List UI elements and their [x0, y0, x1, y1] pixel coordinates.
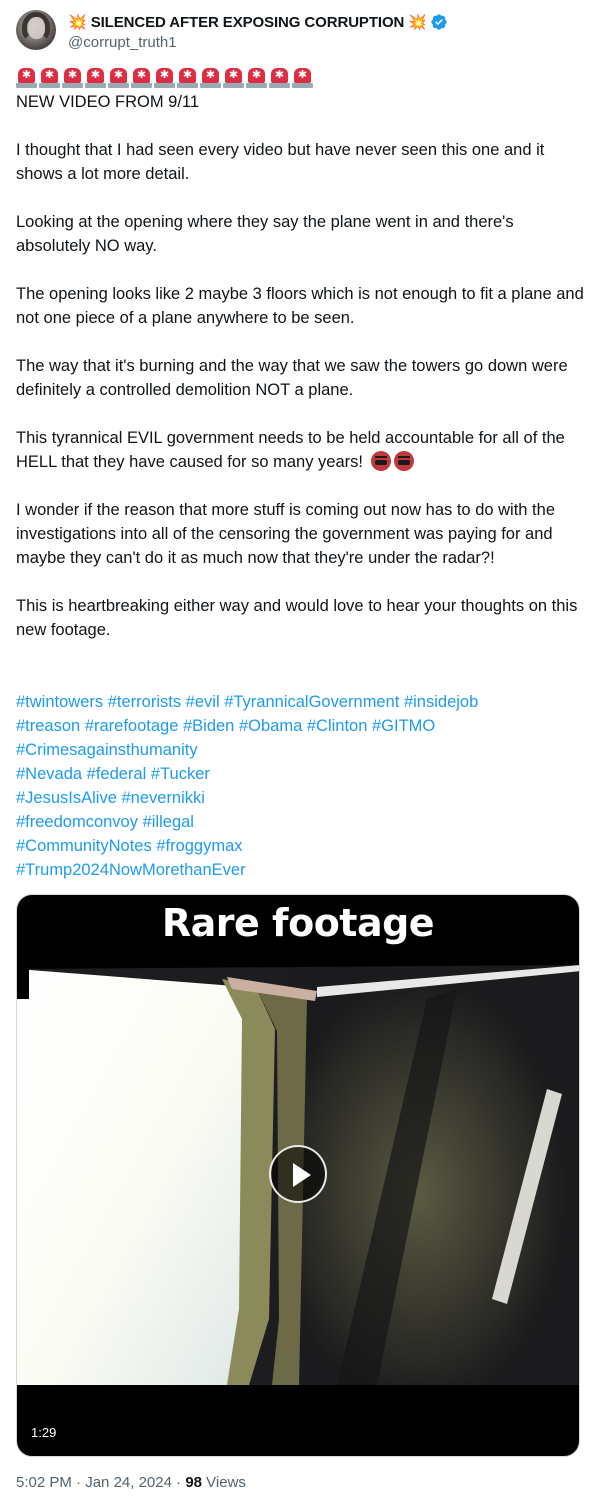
hashtag-link[interactable]: #froggymax: [156, 837, 242, 855]
post-paragraph-angry: This tyrannical EVIL government needs to…: [16, 426, 591, 474]
post-date[interactable]: Jan 24, 2024: [85, 1474, 172, 1491]
post-paragraph: I wonder if the reason that more stuff i…: [16, 501, 555, 567]
hashtag-line: #treason #rarefootage #Biden #Obama #Cli…: [16, 714, 591, 738]
hashtag-line: #freedomconvoy #illegal: [16, 810, 591, 834]
hashtag-link[interactable]: #Obama: [239, 717, 302, 735]
post-time[interactable]: 5:02 PM: [16, 1474, 72, 1491]
verified-badge-icon[interactable]: [430, 13, 448, 31]
hashtag-line: #CommunityNotes #froggymax: [16, 834, 591, 858]
siren-emoji-icon: ✱: [292, 68, 313, 88]
siren-emoji-icon: ✱: [269, 68, 290, 88]
hashtag-link[interactable]: #Biden: [183, 717, 234, 735]
siren-emoji-icon: ✱: [200, 68, 221, 88]
cursing-face-emoji-icon: [370, 451, 391, 471]
hashtag-link[interactable]: #evil: [186, 693, 220, 711]
hashtag-link[interactable]: #federal: [87, 765, 147, 783]
post-paragraph: The opening looks like 2 maybe 3 floors …: [16, 285, 584, 327]
post-header: 💥 SILENCED AFTER EXPOSING CORRUPTION 💥 @…: [16, 10, 596, 54]
author-name-row[interactable]: 💥 SILENCED AFTER EXPOSING CORRUPTION 💥: [68, 12, 448, 32]
hashtag-link[interactable]: #Trump2024NowMorethanEver: [16, 861, 246, 879]
post-paragraph: Looking at the opening where they say th…: [16, 213, 514, 255]
meta-separator: ·: [76, 1474, 82, 1491]
hashtag-line: #Crimesagainsthumanity: [16, 738, 591, 762]
siren-emoji-icon: ✱: [131, 68, 152, 88]
hashtag-link[interactable]: #CommunityNotes: [16, 837, 152, 855]
hashtag-line: #Trump2024NowMorethanEver: [16, 858, 591, 882]
post-paragraph: The way that it's burning and the way th…: [16, 357, 568, 399]
cursing-face-emoji-icon: [393, 451, 414, 471]
hashtag-link[interactable]: #rarefootage: [85, 717, 179, 735]
siren-emoji-icon: ✱: [223, 68, 244, 88]
hashtag-link[interactable]: #nevernikki: [121, 789, 204, 807]
siren-emoji-icon: ✱: [108, 68, 129, 88]
collision-emoji-icon: 💥: [408, 13, 427, 31]
post-paragraph-text: This tyrannical EVIL government needs to…: [16, 429, 565, 471]
post-paragraph: This is heartbreaking either way and wou…: [16, 597, 578, 639]
post-metadata: 5:02 PM · Jan 24, 2024 · 98 Views: [16, 1474, 246, 1491]
hashtag-link[interactable]: #Clinton: [307, 717, 368, 735]
siren-emoji-icon: ✱: [62, 68, 83, 88]
hashtag-link[interactable]: #twintowers: [16, 693, 103, 711]
post-text: NEW VIDEO FROM 9/11 I thought that I had…: [16, 90, 591, 642]
video-player[interactable]: Rare footage 1:29: [16, 894, 580, 1457]
siren-emoji-icon: ✱: [177, 68, 198, 88]
video-duration: 1:29: [31, 1425, 57, 1440]
video-caption: Rare footage: [161, 901, 435, 945]
hashtag-link[interactable]: #insidejob: [404, 693, 478, 711]
meta-separator: ·: [176, 1474, 182, 1491]
views-label: Views: [206, 1474, 246, 1491]
siren-emoji-row: ✱ ✱ ✱ ✱ ✱ ✱ ✱ ✱ ✱ ✱ ✱ ✱ ✱: [16, 68, 313, 88]
post-paragraph: NEW VIDEO FROM 9/11: [16, 93, 200, 111]
author-display-name[interactable]: SILENCED AFTER EXPOSING CORRUPTION: [91, 14, 405, 31]
hashtag-link[interactable]: #GITMO: [372, 717, 435, 735]
play-icon[interactable]: [269, 1145, 327, 1203]
hashtag-line: #JesusIsAlive #nevernikki: [16, 786, 591, 810]
siren-emoji-icon: ✱: [16, 68, 37, 88]
hashtag-link[interactable]: #Crimesagainsthumanity: [16, 741, 198, 759]
post-paragraph: I thought that I had seen every video bu…: [16, 141, 545, 183]
collision-emoji-icon: 💥: [68, 13, 87, 31]
avatar[interactable]: [16, 10, 56, 50]
siren-emoji-icon: ✱: [246, 68, 267, 88]
hashtag-block: #twintowers #terrorists #evil #Tyrannica…: [16, 690, 591, 882]
hashtag-link[interactable]: #freedomconvoy: [16, 813, 138, 831]
author-handle[interactable]: @corrupt_truth1: [68, 34, 177, 51]
views-count: 98: [185, 1474, 202, 1491]
avatar-face: [28, 17, 45, 39]
hashtag-line: #twintowers #terrorists #evil #Tyrannica…: [16, 690, 591, 714]
hashtag-line: #Nevada #federal #Tucker: [16, 762, 591, 786]
siren-emoji-icon: ✱: [39, 68, 60, 88]
hashtag-link[interactable]: #illegal: [143, 813, 194, 831]
hashtag-link[interactable]: #treason: [16, 717, 80, 735]
siren-emoji-icon: ✱: [85, 68, 106, 88]
siren-emoji-icon: ✱: [154, 68, 175, 88]
hashtag-link[interactable]: #Tucker: [151, 765, 210, 783]
hashtag-link[interactable]: #JesusIsAlive: [16, 789, 117, 807]
hashtag-link[interactable]: #TyrannicalGovernment: [224, 693, 399, 711]
hashtag-link[interactable]: #terrorists: [108, 693, 181, 711]
hashtag-link[interactable]: #Nevada: [16, 765, 82, 783]
